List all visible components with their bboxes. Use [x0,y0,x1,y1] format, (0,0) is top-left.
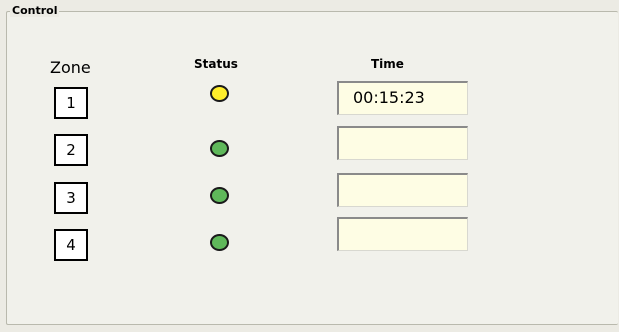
time-field-4[interactable] [337,217,468,251]
status-indicator-3 [210,187,229,204]
time-field-1[interactable]: 00:15:23 [337,81,468,115]
control-group-title: Control [10,4,60,17]
zone-button-1[interactable]: 1 [54,87,88,119]
zone-column-header: Zone [50,58,91,77]
status-indicator-1 [210,85,229,102]
status-indicator-2 [210,140,229,157]
status-indicator-4 [210,234,229,251]
zone-button-4[interactable]: 4 [54,229,88,261]
time-field-3[interactable] [337,173,468,207]
time-column-header: Time [371,57,404,71]
time-field-2[interactable] [337,126,468,160]
zone-button-2[interactable]: 2 [54,134,88,166]
status-column-header: Status [194,57,238,71]
control-groupbox [6,11,618,325]
zone-button-3[interactable]: 3 [54,182,88,214]
